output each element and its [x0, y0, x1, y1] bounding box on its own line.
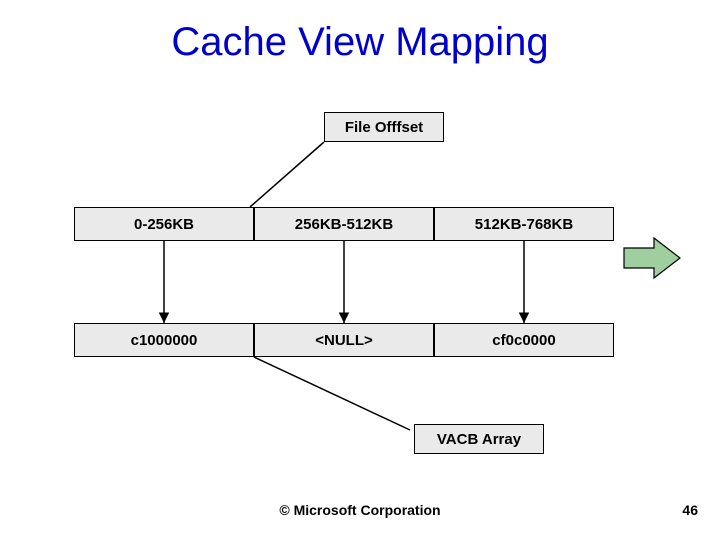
file-offset-label: File Offfset: [324, 112, 444, 142]
vacb-cell-0: c1000000: [74, 323, 254, 357]
vacb-cell-2: cf0c0000: [434, 323, 614, 357]
arrow-right-icon: [624, 238, 680, 278]
offset-cell-1: 256KB-512KB: [254, 207, 434, 241]
vacb-array-label: VACB Array: [414, 424, 544, 454]
page-title: Cache View Mapping: [0, 20, 720, 65]
diagram-connectors: [0, 0, 720, 540]
page-number: 46: [682, 502, 698, 518]
vacb-cell-1: <NULL>: [254, 323, 434, 357]
offset-cell-2: 512KB-768KB: [434, 207, 614, 241]
copyright-footer: © Microsoft Corporation: [0, 502, 720, 518]
offset-cell-0: 0-256KB: [74, 207, 254, 241]
